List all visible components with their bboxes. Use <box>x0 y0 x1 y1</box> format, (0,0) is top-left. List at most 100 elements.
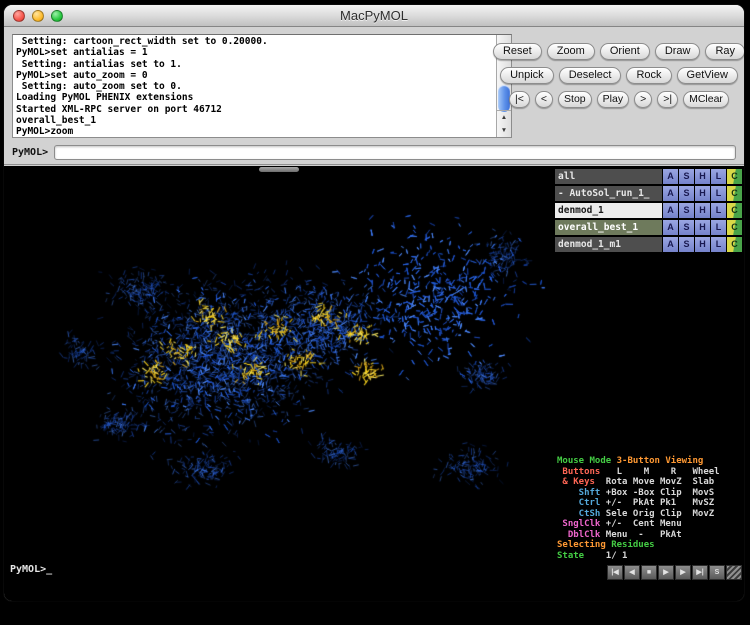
step-forward-button[interactable]: > <box>634 91 652 108</box>
selection-mode-line[interactable]: Selecting Residues <box>557 540 742 551</box>
hide-h-button[interactable]: H <box>695 220 710 235</box>
reset-button[interactable]: Reset <box>493 43 542 60</box>
step-back-button[interactable]: < <box>535 91 553 108</box>
window-controls <box>13 10 63 22</box>
show-s-button[interactable]: S <box>679 203 694 218</box>
getview-button[interactable]: GetView <box>677 67 738 84</box>
output-console: Setting: cartoon_rect_width set to 0.200… <box>12 34 512 138</box>
mouse-panel-line: & Keys Rota Move MovZ Slab <box>557 477 742 488</box>
play-button[interactable]: Play <box>597 91 629 108</box>
close-button[interactable] <box>13 10 25 22</box>
color-c-button[interactable]: C <box>727 169 742 184</box>
object-row-denmod-1: denmod_1 A S H L C <box>555 203 742 218</box>
window-title: MacPyMOL <box>340 8 408 23</box>
mouse-mode-panel: Mouse Mode 3-Button Viewing Buttons L M … <box>557 456 742 561</box>
mouse-panel-line: Buttons L M R Wheel <box>557 467 742 478</box>
object-name[interactable]: all <box>555 169 662 184</box>
hide-h-button[interactable]: H <box>695 186 710 201</box>
object-panel: all A S H L C - AutoSol_run_1_ A S H L C… <box>554 166 744 601</box>
log-line: PyMOL>set auto_zoom = 0 <box>16 70 493 81</box>
step-first-button[interactable]: |< <box>509 91 530 108</box>
scroll-down-button[interactable]: ▼ <box>497 124 511 137</box>
hide-h-button[interactable]: H <box>695 203 710 218</box>
main-area: PyMOL>_ all A S H L C - AutoSol_run_1_ A… <box>4 166 744 601</box>
action-a-button[interactable]: A <box>663 237 678 252</box>
mouse-mode-line[interactable]: Mouse Mode 3-Button Viewing <box>557 456 742 467</box>
color-c-button[interactable]: C <box>727 186 742 201</box>
show-s-button[interactable]: S <box>679 169 694 184</box>
pane-splitter-handle[interactable] <box>259 167 299 172</box>
label-l-button[interactable]: L <box>711 169 726 184</box>
log-line: overall_best_1 <box>16 115 493 126</box>
hide-h-button[interactable]: H <box>695 169 710 184</box>
command-button-cluster: Reset Zoom Orient Draw Ray Unpick Desele… <box>500 43 738 115</box>
console-log: Setting: cartoon_rect_width set to 0.200… <box>13 35 496 137</box>
movie-end-button[interactable]: ▶| <box>692 565 708 580</box>
viewport-prompt: PyMOL>_ <box>10 564 52 575</box>
movie-s-button[interactable]: S <box>709 565 725 580</box>
label-l-button[interactable]: L <box>711 186 726 201</box>
show-s-button[interactable]: S <box>679 237 694 252</box>
movie-stop-button[interactable]: ■ <box>641 565 657 580</box>
show-s-button[interactable]: S <box>679 220 694 235</box>
mouse-panel-line: Ctrl +/- PkAt Pk1 MvSZ <box>557 498 742 509</box>
mouse-panel-line: Shft +Box -Box Clip MovS <box>557 488 742 499</box>
show-s-button[interactable]: S <box>679 186 694 201</box>
action-a-button[interactable]: A <box>663 169 678 184</box>
object-row-overall-best-1: overall_best_1 A S H L C <box>555 220 742 235</box>
zoom-button[interactable]: Zoom <box>547 43 595 60</box>
object-row-all: all A S H L C <box>555 169 742 184</box>
minimize-button[interactable] <box>32 10 44 22</box>
upper-control-panel: Setting: cartoon_rect_width set to 0.200… <box>4 27 744 165</box>
movie-forward-button[interactable]: ▶ <box>675 565 691 580</box>
object-name[interactable]: - AutoSol_run_1_ <box>555 186 662 201</box>
object-row-denmod-1-m1: denmod_1_m1 A S H L C <box>555 237 742 252</box>
resize-grip[interactable] <box>726 565 742 580</box>
movie-rewind-button[interactable]: |◀ <box>607 565 623 580</box>
log-line: Started XML-RPC server on port 46712 <box>16 104 493 115</box>
movie-play-button[interactable]: ▶ <box>658 565 674 580</box>
log-line: Setting: auto_zoom set to 0. <box>16 81 493 92</box>
color-c-button[interactable]: C <box>727 220 742 235</box>
object-name[interactable]: denmod_1_m1 <box>555 237 662 252</box>
step-last-button[interactable]: >| <box>657 91 678 108</box>
label-l-button[interactable]: L <box>711 203 726 218</box>
mouse-panel-line: CtSh Sele Orig Clip MovZ <box>557 509 742 520</box>
log-line: PyMOL>zoom <box>16 126 493 137</box>
zoom-window-button[interactable] <box>51 10 63 22</box>
movie-back-button[interactable]: ◀ <box>624 565 640 580</box>
color-c-button[interactable]: C <box>727 237 742 252</box>
orient-button[interactable]: Orient <box>600 43 650 60</box>
title-bar[interactable]: MacPyMOL <box>4 5 744 27</box>
macpymol-window: MacPyMOL Setting: cartoon_rect_width set… <box>4 5 744 601</box>
state-line[interactable]: State 1/ 1 <box>557 551 742 562</box>
hide-h-button[interactable]: H <box>695 237 710 252</box>
label-l-button[interactable]: L <box>711 220 726 235</box>
color-c-button[interactable]: C <box>727 203 742 218</box>
mouse-panel-line: DblClk Menu - PkAt <box>557 530 742 541</box>
prompt-label: PyMOL> <box>12 147 48 158</box>
log-line: Setting: cartoon_rect_width set to 0.200… <box>16 36 493 47</box>
rock-button[interactable]: Rock <box>626 67 671 84</box>
object-row-autosol: - AutoSol_run_1_ A S H L C <box>555 186 742 201</box>
ray-button[interactable]: Ray <box>705 43 744 60</box>
action-a-button[interactable]: A <box>663 186 678 201</box>
draw-button[interactable]: Draw <box>655 43 701 60</box>
object-name[interactable]: overall_best_1 <box>555 220 662 235</box>
log-line: PyMOL>set antialias = 1 <box>16 47 493 58</box>
mouse-panel-line: SnglClk +/- Cent Menu <box>557 519 742 530</box>
3d-viewport: PyMOL>_ <box>4 166 554 601</box>
object-name[interactable]: denmod_1 <box>555 203 662 218</box>
deselect-button[interactable]: Deselect <box>559 67 622 84</box>
viewport-canvas[interactable] <box>4 166 554 601</box>
command-input[interactable] <box>54 145 736 160</box>
movie-controls: |◀ ◀ ■ ▶ ▶ ▶| S <box>607 565 742 580</box>
action-a-button[interactable]: A <box>663 220 678 235</box>
label-l-button[interactable]: L <box>711 237 726 252</box>
log-line: Setting: antialias set to 1. <box>16 59 493 70</box>
action-a-button[interactable]: A <box>663 203 678 218</box>
log-line: Loading PyMOL PHENIX extensions <box>16 92 493 103</box>
unpick-button[interactable]: Unpick <box>500 67 554 84</box>
stop-button[interactable]: Stop <box>558 91 592 108</box>
mclear-button[interactable]: MClear <box>683 91 729 108</box>
